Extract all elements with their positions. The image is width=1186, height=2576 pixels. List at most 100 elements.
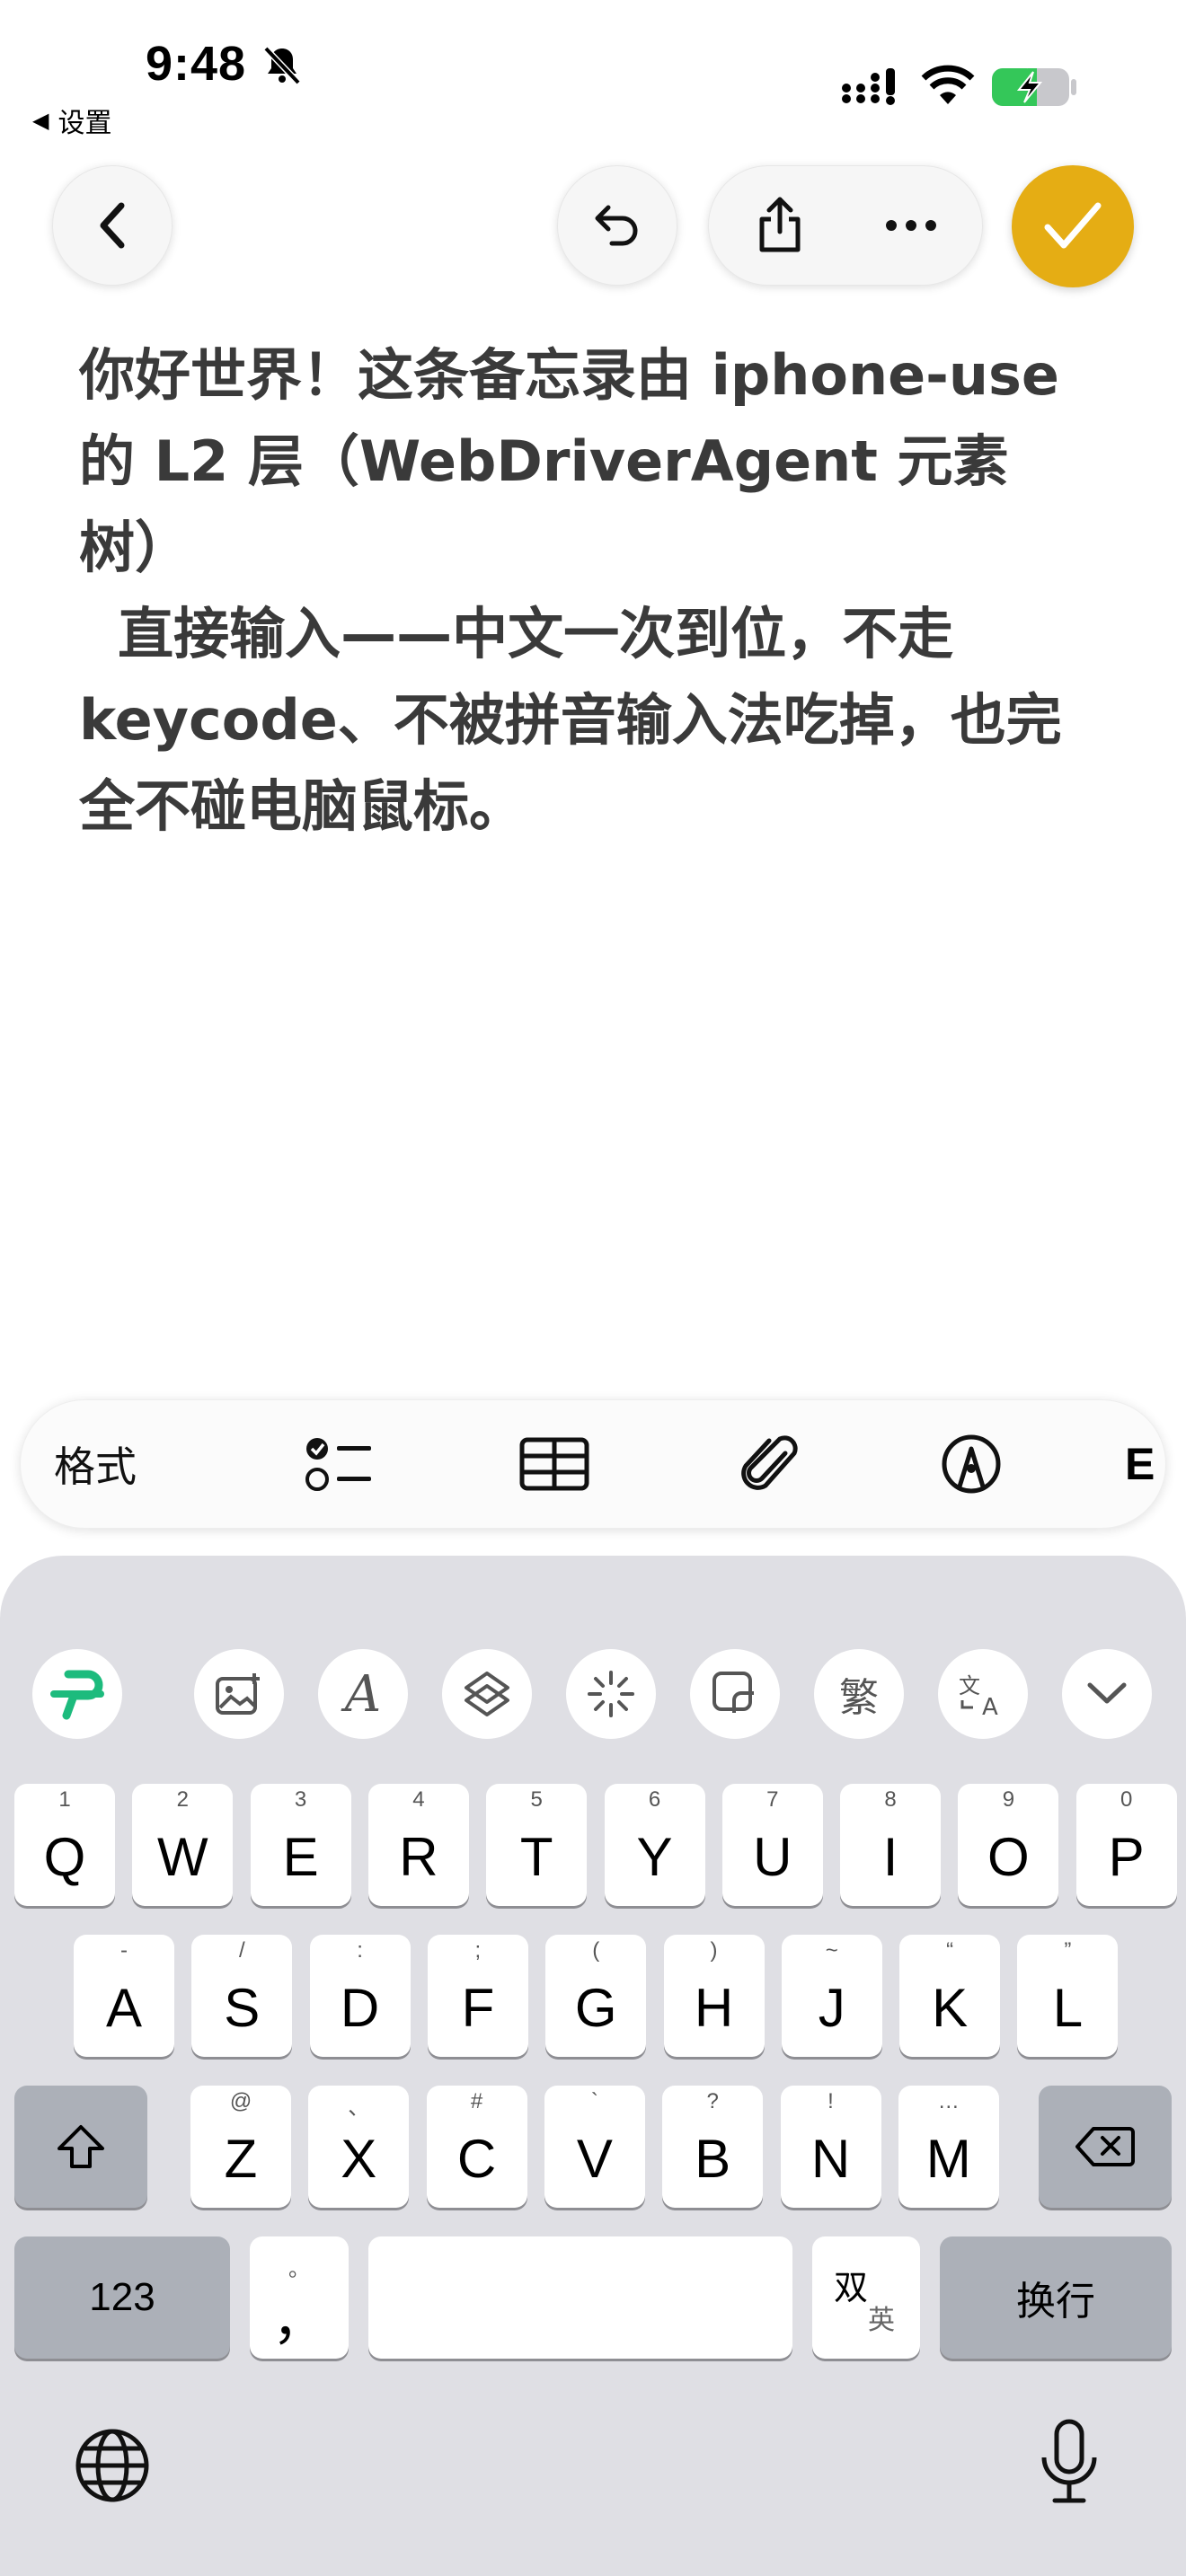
key-s[interactable]: / S [191, 1935, 293, 2057]
key-c[interactable]: # C [426, 2086, 527, 2208]
key-v[interactable]: ` V [544, 2086, 645, 2208]
cellular-signal-icon [841, 65, 906, 108]
key-x[interactable]: 、 X [308, 2086, 410, 2208]
key-k[interactable]: “K [899, 1935, 1001, 2057]
key-hint: 0 [1120, 1787, 1133, 1812]
shortcuts-button[interactable] [442, 1649, 532, 1739]
share-button[interactable] [726, 165, 834, 286]
checklist-icon [305, 1438, 371, 1491]
key-b[interactable]: ? B [662, 2086, 764, 2208]
back-app-label: 设置 [58, 109, 112, 138]
share-more-group [708, 165, 983, 286]
clipboard-button[interactable] [690, 1649, 780, 1739]
key-e[interactable]: 3E [250, 1784, 351, 1906]
key-j[interactable]: ~ J [781, 1935, 882, 2057]
key-n[interactable]: ! N [780, 2086, 881, 2208]
key-r[interactable]: 4R [367, 1784, 469, 1906]
undo-icon [595, 205, 638, 246]
key-label: C [456, 2128, 497, 2189]
undo-button[interactable] [557, 165, 677, 286]
table-button[interactable] [496, 1399, 613, 1529]
chevron-down-icon [1087, 1682, 1127, 1704]
back-to-app-link[interactable]: ◀ 设置 [32, 101, 111, 140]
numbers-key[interactable]: 123 [14, 2236, 230, 2359]
key-label: S [224, 1977, 261, 2038]
key-hint: 9 [1002, 1787, 1015, 1812]
attachment-button[interactable] [712, 1399, 828, 1529]
punctuation-hint: 。 [288, 2257, 310, 2281]
key-a[interactable]: -A [74, 1935, 174, 2057]
checklist-button[interactable] [280, 1399, 397, 1529]
key-h[interactable]: ) H [663, 1935, 765, 2057]
delete-key[interactable] [1039, 2086, 1172, 2208]
key-hint: 3 [294, 1787, 307, 1812]
key-q[interactable]: 1Q [14, 1784, 115, 1906]
key-i[interactable]: 8I [840, 1784, 942, 1906]
photo-icon [216, 1673, 260, 1715]
lang-bottom-label: 英 [868, 2306, 895, 2335]
microphone-icon [1041, 2419, 1097, 2503]
sparkle-burst-icon [588, 1671, 634, 1717]
key-hint: 5 [530, 1787, 543, 1812]
key-label: Y [636, 1826, 673, 1887]
key-label: T [519, 1826, 553, 1887]
note-body[interactable]: 你好世界！这条备忘录由 iphone-use 的 L2 层（WebDriverA… [79, 332, 1112, 850]
dictation-button[interactable] [1037, 2418, 1102, 2512]
silent-mode-icon [261, 43, 304, 86]
globe-button[interactable] [72, 2425, 153, 2510]
translate-button[interactable]: 文 A [938, 1649, 1028, 1739]
image-button[interactable] [194, 1649, 284, 1739]
key-label: H [694, 1977, 734, 2038]
key-p[interactable]: 0P [1075, 1784, 1177, 1906]
ellipsis-icon [886, 220, 936, 231]
return-key[interactable]: 换行 [940, 2236, 1172, 2359]
ime-logo-button[interactable] [32, 1649, 122, 1739]
shift-key[interactable] [14, 2086, 147, 2208]
key-u[interactable]: 7U [721, 1784, 823, 1906]
done-button[interactable] [1012, 165, 1134, 287]
translate-icon: 文 A [959, 1673, 998, 1718]
key-label: P [1108, 1826, 1145, 1887]
key-hint: 6 [648, 1787, 661, 1812]
key-d[interactable]: :D [309, 1935, 411, 2057]
more-button[interactable] [857, 165, 965, 286]
markup-button[interactable] [913, 1399, 1030, 1529]
key-hint: : [357, 1938, 363, 1963]
key-t[interactable]: 5T [486, 1784, 588, 1906]
key-f[interactable]: ; F [427, 1935, 528, 2057]
note-edit-icon [712, 1672, 754, 1713]
key-label: B [695, 2128, 731, 2189]
wifi-icon [920, 65, 976, 108]
collapse-keyboard-button[interactable] [1062, 1649, 1152, 1739]
font-style-button[interactable]: A [318, 1649, 408, 1739]
share-icon [759, 197, 801, 252]
key-z[interactable]: @ Z [190, 2086, 291, 2208]
key-m[interactable]: … M [898, 2086, 999, 2208]
punctuation-key[interactable]: 。 ， [250, 2236, 349, 2359]
chevron-left-icon [100, 202, 125, 249]
ime-brand-icon [50, 1670, 104, 1720]
back-button[interactable] [52, 165, 173, 286]
key-label: G [574, 1977, 617, 2038]
language-toggle-key[interactable]: 双 英 [812, 2236, 920, 2359]
toolbar-overflow-item[interactable]: E [1125, 1399, 1161, 1529]
key-l[interactable]: ” L [1017, 1935, 1119, 2057]
key-hint: ` [590, 2089, 598, 2113]
pen-tip-circle-icon [942, 1434, 1001, 1494]
key-hint: ” [1064, 1938, 1072, 1963]
key-o[interactable]: 9O [958, 1784, 1059, 1906]
traditional-chinese-button[interactable]: 繁 [814, 1649, 904, 1739]
space-key[interactable] [368, 2236, 792, 2359]
key-label: V [576, 2128, 613, 2189]
key-hint: 8 [884, 1787, 897, 1812]
key-w[interactable]: 2W [132, 1784, 234, 1906]
format-button[interactable]: 格式 [54, 1399, 137, 1529]
paperclip-icon [741, 1435, 798, 1490]
checkmark-icon [1044, 202, 1102, 249]
back-triangle-icon: ◀ [32, 108, 49, 133]
key-y[interactable]: 6Y [604, 1784, 705, 1906]
key-hint: ( [592, 1938, 600, 1963]
key-g[interactable]: (G [545, 1935, 647, 2057]
ai-button[interactable] [566, 1649, 656, 1739]
lang-top-label: 双 [834, 2270, 869, 2307]
